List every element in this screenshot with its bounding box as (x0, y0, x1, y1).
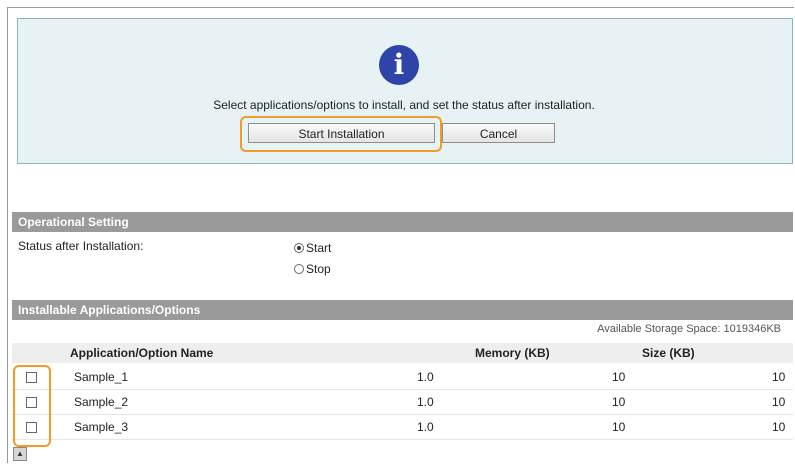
col-memory: Memory (KB) (475, 346, 550, 360)
start-installation-button[interactable]: Start Installation (248, 123, 435, 143)
available-storage-text: Available Storage Space: 1019346KB (597, 323, 781, 335)
app-size: 10 (772, 395, 786, 409)
app-version: 1.0 (417, 370, 434, 384)
table-row: Sample_3 1.0 10 10 (12, 415, 793, 440)
app-name: Sample_2 (74, 395, 129, 409)
table-header: Application/Option Name Memory (KB) Size… (12, 343, 793, 363)
col-size: Size (KB) (642, 346, 695, 360)
status-after-installation-label: Status after Installation: (18, 239, 144, 253)
row-checkbox[interactable] (26, 397, 37, 408)
radio-start[interactable]: Start (294, 241, 331, 255)
col-app-name: Application/Option Name (70, 346, 214, 360)
radio-start-label: Start (306, 241, 332, 255)
scroll-to-top-icon[interactable]: ▲ (13, 447, 27, 461)
app-name: Sample_1 (74, 370, 129, 384)
app-size: 10 (772, 420, 786, 434)
app-name: Sample_3 (74, 420, 129, 434)
app-memory: 10 (612, 420, 626, 434)
table-row: Sample_1 1.0 10 10 (12, 365, 793, 390)
table-row: Sample_2 1.0 10 10 (12, 390, 793, 415)
radio-stop-indicator[interactable] (294, 264, 304, 274)
installable-applications-header: Installable Applications/Options (12, 300, 793, 320)
app-version: 1.0 (417, 420, 434, 434)
radio-start-indicator[interactable] (294, 243, 304, 253)
row-checkbox[interactable] (26, 372, 37, 383)
info-message: Select applications/options to install, … (213, 98, 595, 112)
info-icon: i (379, 45, 419, 85)
cancel-button[interactable]: Cancel (442, 123, 555, 143)
app-size: 10 (772, 370, 786, 384)
app-memory: 10 (612, 395, 626, 409)
radio-stop-label: Stop (306, 262, 331, 276)
app-memory: 10 (612, 370, 626, 384)
row-checkbox[interactable] (26, 422, 37, 433)
radio-stop[interactable]: Stop (294, 262, 331, 276)
operational-setting-header: Operational Setting (12, 212, 793, 232)
app-version: 1.0 (417, 395, 434, 409)
